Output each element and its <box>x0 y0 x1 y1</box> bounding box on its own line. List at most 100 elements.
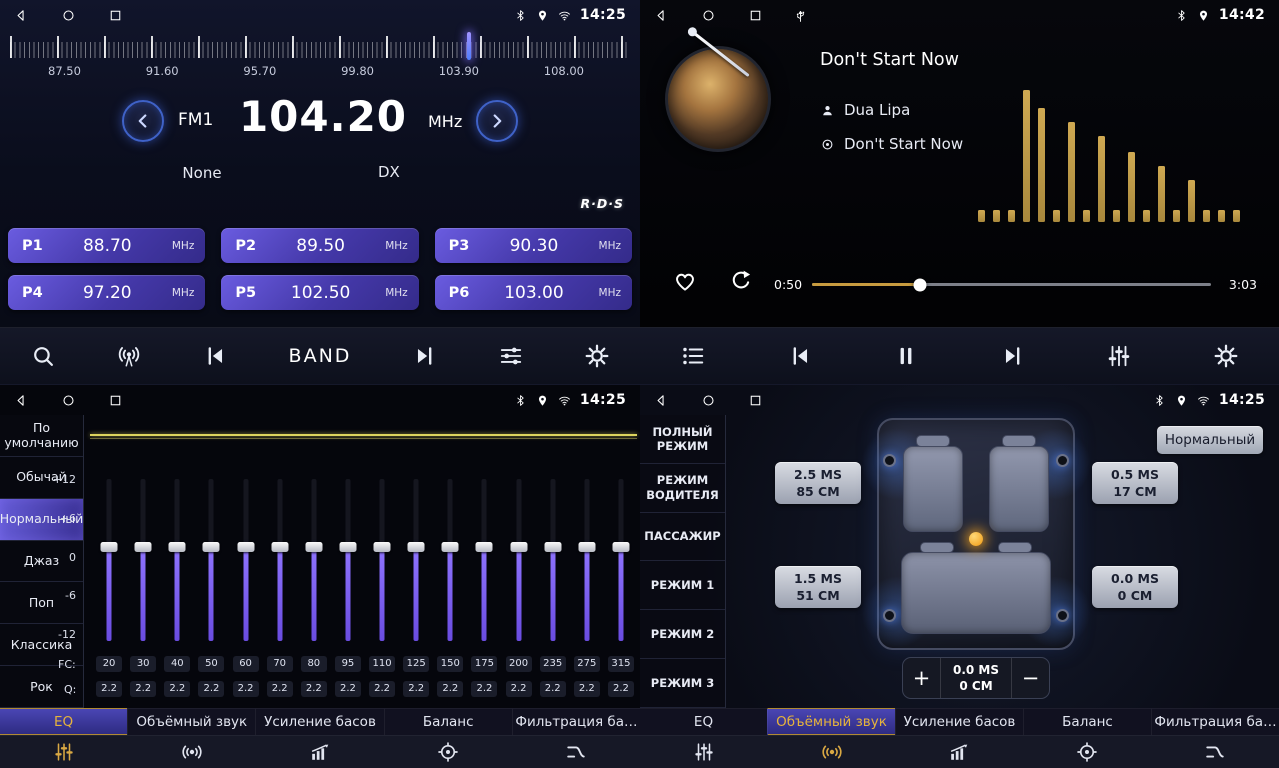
favorite-button[interactable] <box>672 268 698 294</box>
back-button[interactable] <box>654 8 669 23</box>
eq-band-slider[interactable] <box>229 479 263 641</box>
sound-profile-button[interactable]: Нормальный <box>1157 426 1263 454</box>
eq-band-slider[interactable] <box>467 479 501 641</box>
delay-rear-right[interactable]: 0.0 MS 0 CM <box>1092 566 1178 608</box>
delay-rear-left[interactable]: 1.5 MS 51 CM <box>775 566 861 608</box>
recents-button[interactable] <box>748 393 763 408</box>
audio-tab[interactable]: Баланс <box>384 708 512 735</box>
back-button[interactable] <box>14 8 29 23</box>
sound-mode-item[interactable]: РЕЖИМ ВОДИТЕЛЯ <box>640 464 725 513</box>
eq-band-slider[interactable] <box>126 479 160 641</box>
previous-station-button[interactable] <box>202 343 228 369</box>
playlist-button[interactable] <box>680 343 706 369</box>
tab-icon-surround[interactable] <box>128 736 256 768</box>
preset-button-p4[interactable]: P497.20MHz <box>8 275 205 310</box>
tab-icon-filter[interactable] <box>1151 736 1279 768</box>
frequency-ruler[interactable] <box>10 36 630 58</box>
home-button[interactable] <box>701 393 716 408</box>
back-button[interactable] <box>14 393 29 408</box>
settings-button[interactable] <box>584 343 610 369</box>
eq-slider-knob[interactable] <box>476 542 493 552</box>
eq-slider-knob[interactable] <box>544 542 561 552</box>
tab-icon-filter[interactable] <box>512 736 640 768</box>
back-button[interactable] <box>654 393 669 408</box>
next-track-button[interactable] <box>1000 343 1026 369</box>
broadcast-button[interactable] <box>116 343 142 369</box>
sound-mode-item[interactable]: РЕЖИМ 3 <box>640 659 725 708</box>
eq-slider-knob[interactable] <box>339 542 356 552</box>
sound-mode-item[interactable]: РЕЖИМ 2 <box>640 610 725 659</box>
car-cabin-view[interactable] <box>877 418 1075 650</box>
recents-button[interactable] <box>108 8 123 23</box>
eq-slider-knob[interactable] <box>578 542 595 552</box>
eq-slider-knob[interactable] <box>374 542 391 552</box>
eq-band-slider[interactable] <box>263 479 297 641</box>
audio-tab[interactable]: Фильтрация ба… <box>512 708 640 735</box>
eq-slider-knob[interactable] <box>305 542 322 552</box>
eq-band-slider[interactable] <box>433 479 467 641</box>
pause-button[interactable] <box>893 343 919 369</box>
audio-tab[interactable]: Усиление басов <box>255 708 383 735</box>
tab-icon-surround[interactable] <box>768 736 896 768</box>
eq-slider-knob[interactable] <box>169 542 186 552</box>
settings-button[interactable] <box>1213 343 1239 369</box>
tune-settings-button[interactable] <box>498 343 524 369</box>
audio-tab[interactable]: Объёмный звук <box>767 708 895 735</box>
progress-slider[interactable] <box>812 283 1211 286</box>
listening-position-marker[interactable] <box>969 532 983 546</box>
delay-increase-button[interactable]: + <box>903 658 941 698</box>
audio-tab[interactable]: EQ <box>640 708 767 735</box>
eq-band-slider[interactable] <box>194 479 228 641</box>
eq-band-slider[interactable] <box>365 479 399 641</box>
tab-icon-equalizer[interactable] <box>640 736 768 768</box>
eq-band-slider[interactable] <box>297 479 331 641</box>
tab-icon-bass-boost[interactable] <box>896 736 1024 768</box>
eq-slider-knob[interactable] <box>442 542 459 552</box>
eq-slider-knob[interactable] <box>135 542 152 552</box>
audio-tab[interactable]: Объёмный звук <box>127 708 255 735</box>
band-button[interactable]: BAND <box>289 345 352 367</box>
eq-slider-knob[interactable] <box>271 542 288 552</box>
previous-track-button[interactable] <box>787 343 813 369</box>
preset-button-p5[interactable]: P5102.50MHz <box>221 275 418 310</box>
audio-tab[interactable]: EQ <box>0 708 127 735</box>
home-button[interactable] <box>701 8 716 23</box>
progress-knob[interactable] <box>913 278 926 291</box>
eq-band-slider[interactable] <box>92 479 126 641</box>
home-button[interactable] <box>61 8 76 23</box>
eq-slider-knob[interactable] <box>101 542 118 552</box>
eq-band-slider[interactable] <box>331 479 365 641</box>
eq-band-slider[interactable] <box>160 479 194 641</box>
preset-button-p2[interactable]: P289.50MHz <box>221 228 418 263</box>
delay-decrease-button[interactable]: − <box>1011 658 1049 698</box>
sound-mode-item[interactable]: РЕЖИМ 1 <box>640 561 725 610</box>
repeat-button[interactable] <box>728 268 754 294</box>
eq-slider-knob[interactable] <box>408 542 425 552</box>
eq-slider-knob[interactable] <box>612 542 629 552</box>
eq-band-slider[interactable] <box>604 479 638 641</box>
tune-down-button[interactable] <box>122 100 164 142</box>
preset-button-p6[interactable]: P6103.00MHz <box>435 275 632 310</box>
delay-front-left[interactable]: 2.5 MS 85 CM <box>775 462 861 504</box>
eq-band-slider[interactable] <box>502 479 536 641</box>
preset-button-p1[interactable]: P188.70MHz <box>8 228 205 263</box>
tab-icon-equalizer[interactable] <box>0 736 128 768</box>
eq-preset-item[interactable]: По умолчанию <box>0 415 83 457</box>
recents-button[interactable] <box>748 8 763 23</box>
eq-slider-knob[interactable] <box>203 542 220 552</box>
eq-slider-knob[interactable] <box>237 542 254 552</box>
tune-up-button[interactable] <box>476 100 518 142</box>
recents-button[interactable] <box>108 393 123 408</box>
preset-button-p3[interactable]: P390.30MHz <box>435 228 632 263</box>
eq-band-slider[interactable] <box>536 479 570 641</box>
sound-mode-item[interactable]: ПАССАЖИР <box>640 513 725 562</box>
tab-icon-balance[interactable] <box>1023 736 1151 768</box>
scan-button[interactable] <box>30 343 56 369</box>
delay-front-right[interactable]: 0.5 MS 17 CM <box>1092 462 1178 504</box>
next-station-button[interactable] <box>412 343 438 369</box>
eq-slider-knob[interactable] <box>510 542 527 552</box>
audio-tab[interactable]: Фильтрация ба… <box>1151 708 1279 735</box>
audio-tab[interactable]: Усиление басов <box>895 708 1023 735</box>
mixer-button[interactable] <box>1106 343 1132 369</box>
home-button[interactable] <box>61 393 76 408</box>
